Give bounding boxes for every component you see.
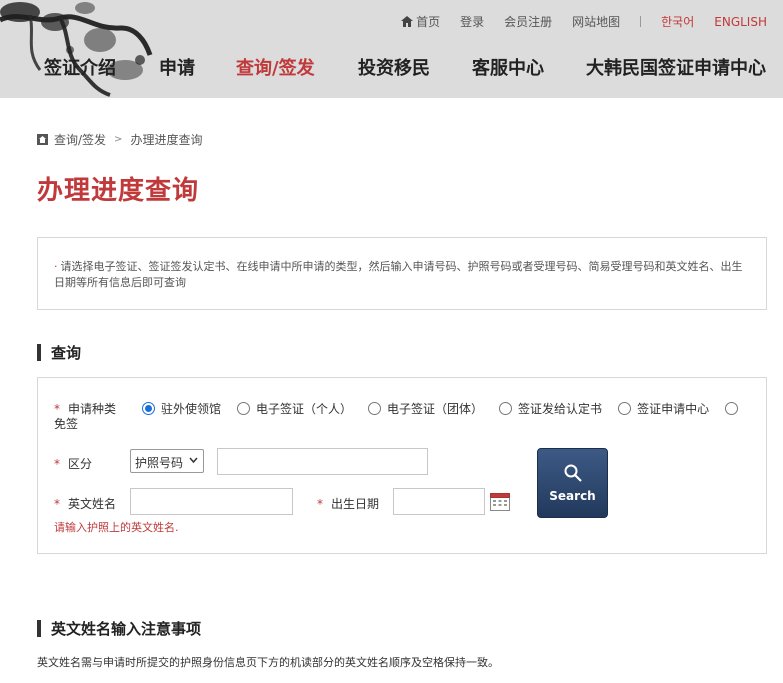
radio-label: 签证发给认定书 (518, 402, 603, 416)
birth-date-input[interactable] (393, 488, 485, 515)
notice-text: 请选择电子签证、签证签发认定书、在线申请中所申请的类型，然后输入申请号码、护照号… (54, 260, 743, 289)
category-label: * 区分 (54, 455, 92, 472)
breadcrumb-parent[interactable]: 查询/签发 (54, 131, 106, 148)
english-name-label: * 英文姓名 (54, 495, 116, 512)
nav-visa-info[interactable]: 签证介绍 (44, 54, 116, 80)
login-link[interactable]: 登录 (460, 13, 484, 30)
category-label-text: 区分 (68, 457, 93, 471)
search-button-label: Search (549, 489, 596, 503)
radio-button[interactable] (725, 402, 739, 415)
breadcrumb-separator: > (114, 134, 123, 145)
home-icon[interactable] (37, 134, 48, 145)
radio-label: 签证申请中心 (637, 402, 710, 416)
notice-box: · 请选择电子签证、签证签发认定书、在线申请中所申请的类型，然后输入申请号码、护照… (37, 237, 767, 310)
passport-number-input[interactable] (217, 448, 428, 475)
radio-button[interactable] (237, 402, 251, 415)
required-mark: * (317, 497, 323, 511)
query-title-text: 查询 (51, 344, 82, 362)
register-link[interactable]: 会员注册 (504, 13, 552, 30)
radio-evisa-individual[interactable]: 电子签证（个人） (237, 400, 352, 417)
main-navigation: 签证介绍 申请 查询/签发 投资移民 客服中心 大韩民国签证申请中心 (0, 54, 783, 84)
nav-query-issue[interactable]: 查询/签发 (236, 54, 315, 80)
radio-visa-certificate[interactable]: 签证发给认定书 (499, 400, 602, 417)
radio-label: 电子签证（个人） (256, 402, 353, 416)
calendar-icon[interactable] (490, 491, 510, 511)
chevron-down-icon (189, 457, 198, 463)
category-selected-value: 护照号码 (135, 456, 184, 470)
magnifier-icon (564, 464, 582, 482)
radio-button[interactable] (618, 402, 632, 415)
english-name-input[interactable] (130, 488, 293, 515)
english-name-hint: 请输入护照上的英文姓名. (54, 521, 179, 534)
search-button[interactable]: Search (537, 448, 608, 518)
section-bar (37, 620, 41, 637)
home-icon (401, 16, 414, 27)
name-notes-text: 英文姓名需与申请时所提交的护照身份信息页下方的机读部分的英文姓名顺序及空格保持一… (37, 656, 499, 669)
radio-label: 驻外使领馆 (161, 402, 222, 416)
section-bar (37, 344, 41, 361)
required-mark: * (54, 497, 60, 511)
radio-visa-exempt-label: 免签 (54, 417, 79, 431)
name-notes-title-text: 英文姓名输入注意事项 (51, 620, 202, 638)
english-name-label-text: 英文姓名 (68, 497, 117, 511)
utility-menu: 首页 登录 会员注册 网站地图 한국어 ENGLISH (381, 13, 767, 30)
site-header: 首页 登录 会员注册 网站地图 한국어 ENGLISH 签证介绍 申请 查询/签… (0, 0, 783, 98)
notice-bullet: · (54, 260, 58, 273)
required-mark: * (54, 457, 60, 471)
radio-overseas-mission[interactable]: 驻外使领馆 (142, 400, 221, 417)
birth-date-label-text: 出生日期 (331, 497, 380, 511)
radio-button[interactable] (142, 402, 155, 415)
korean-language-link[interactable]: 한국어 (661, 13, 694, 30)
nav-customer-service[interactable]: 客服中心 (472, 54, 544, 80)
required-mark: * (54, 402, 60, 416)
breadcrumb-current: 办理进度查询 (130, 133, 203, 147)
home-label: 首页 (416, 15, 441, 29)
page-title: 办理进度查询 (37, 176, 200, 206)
query-section-title: 查询 (37, 342, 81, 363)
birth-date-label: * 出生日期 (317, 495, 379, 512)
breadcrumb: 查询/签发 > 办理进度查询 (37, 131, 202, 148)
radio-evisa-group[interactable]: 电子签证（团体） (368, 400, 483, 417)
english-language-link[interactable]: ENGLISH (714, 15, 767, 29)
radio-button[interactable] (499, 402, 513, 415)
apply-type-radios: 驻外使领馆 电子签证（个人） 电子签证（团体） 签证发给认定书 签证申请中心 (142, 400, 744, 417)
name-notes-title: 英文姓名输入注意事项 (37, 618, 201, 639)
home-link[interactable]: 首页 (401, 13, 440, 30)
nav-investment-immigration[interactable]: 投资移民 (358, 54, 430, 80)
query-form: * 申请种类 驻外使领馆 电子签证（个人） 电子签证（团体） 签证发给认定书 签证… (37, 377, 767, 554)
radio-label: 电子签证（团体） (387, 402, 484, 416)
sitemap-link[interactable]: 网站地图 (572, 13, 620, 30)
radio-visa-center[interactable]: 签证申请中心 (618, 400, 709, 417)
radio-button[interactable] (368, 402, 382, 415)
nav-apply[interactable]: 申请 (159, 54, 195, 80)
category-select[interactable]: 护照号码 (130, 449, 204, 473)
radio-visa-exempt[interactable] (725, 402, 744, 415)
util-divider (640, 16, 642, 27)
nav-visa-application-center[interactable]: 大韩民国签证申请中心 (586, 54, 766, 80)
apply-type-label-text: 申请种类 (68, 402, 117, 416)
